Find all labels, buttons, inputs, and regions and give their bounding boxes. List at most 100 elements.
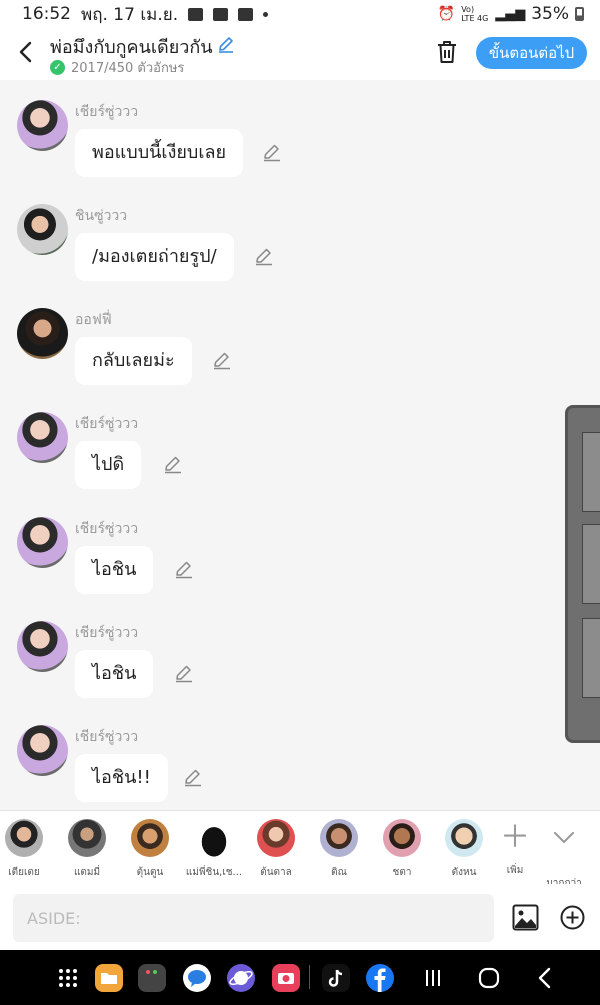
- character-name: แม่พี่ชิน,เช...: [185, 867, 243, 878]
- aside-input[interactable]: [13, 894, 494, 942]
- message-row: เชียร์ซู่ววว ไอชิน: [0, 601, 600, 701]
- message-row: ชินซู่ววว /มองเตยถ่ายรูป/: [0, 184, 600, 284]
- status-bar: 16:52 พฤ. 17 เม.ย. ⏰ Vo) LTE 4G ▂▄▆ 35%: [0, 0, 600, 28]
- character-name: แตมมี่: [73, 867, 101, 878]
- char-count-row: ✓ 2017/450 ตัวอักษร: [50, 57, 184, 78]
- message-row: ออฟฟี่ กลับเลยม่ะ: [0, 288, 600, 388]
- chevron-left-icon: [19, 41, 32, 63]
- sender-name: เชียร์ซู่ววว: [75, 625, 139, 641]
- character-avatar: [131, 819, 169, 857]
- edit-message-icon[interactable]: [262, 142, 282, 162]
- avatar[interactable]: [17, 517, 68, 568]
- camera-app-icon[interactable]: [271, 963, 301, 993]
- message-bubble[interactable]: /มองเตยถ่ายรูป/: [75, 233, 234, 281]
- avatar[interactable]: [17, 100, 68, 151]
- recents-icon[interactable]: [418, 963, 448, 993]
- character-avatar: [5, 819, 43, 857]
- more-notifications-icon: [263, 11, 269, 17]
- input-bar: [0, 884, 600, 950]
- home-icon[interactable]: [474, 963, 504, 993]
- character-name: เตียเตย: [8, 867, 40, 878]
- system-nav-bar: [0, 950, 600, 1005]
- add-circle-icon[interactable]: [560, 905, 585, 930]
- edit-message-icon[interactable]: [174, 663, 194, 683]
- message-row: เชียร์ซู่ววว ไอชิน: [0, 497, 600, 597]
- tiktok-app-icon[interactable]: [321, 963, 351, 993]
- character-bar: เตียเตย แตมมี่ ตุ้นตูน แม่พี่ชิน,เช... ต…: [0, 810, 600, 889]
- message-bubble[interactable]: พอแบบนี้เงียบเลย: [75, 129, 244, 177]
- character-name: ชตา: [392, 867, 412, 878]
- sender-name: เชียร์ซู่ววว: [75, 416, 139, 432]
- signal-icon: ▂▄▆: [495, 6, 526, 22]
- side-panel-thumb: [582, 524, 600, 604]
- avatar[interactable]: [17, 621, 68, 672]
- character-item[interactable]: ต้นตาล: [246, 819, 306, 880]
- back-button[interactable]: [14, 38, 38, 66]
- battery-icon: [575, 7, 584, 21]
- chat-area[interactable]: เชียร์ซู่ววว พอแบบนี้เงียบเลย ชินซู่ววว …: [0, 80, 600, 810]
- back-nav-icon[interactable]: [530, 963, 560, 993]
- sender-name: ชินซู่ววว: [75, 208, 128, 224]
- message-row: เชียร์ซู่ววว ไอชิน!!: [0, 705, 600, 805]
- app-drawer-icon[interactable]: [53, 963, 83, 993]
- edit-message-icon[interactable]: [163, 454, 183, 474]
- avatar[interactable]: [17, 412, 68, 463]
- sender-name: เชียร์ซู่ววว: [75, 521, 139, 537]
- status-date: พฤ. 17 เม.ย.: [81, 4, 179, 25]
- character-avatar: [445, 819, 483, 857]
- more-characters-button[interactable]: มากกว่า: [534, 819, 594, 891]
- trash-icon: [438, 41, 456, 63]
- character-item[interactable]: ตุ้นตูน: [120, 819, 180, 880]
- gallery-notification-icon: [188, 7, 204, 21]
- edit-message-icon[interactable]: [254, 246, 274, 266]
- character-item[interactable]: แตมมี่: [57, 819, 117, 880]
- sender-name: เชียร์ซู่ววว: [75, 104, 139, 120]
- edit-message-icon[interactable]: [174, 559, 194, 579]
- network-indicator: Vo) LTE 4G: [461, 5, 489, 23]
- gallery-app-icon[interactable]: [137, 963, 167, 993]
- character-item[interactable]: เตียเตย: [0, 819, 54, 880]
- avatar[interactable]: [17, 725, 68, 776]
- nav-divider: [309, 965, 310, 989]
- story-title-text: พ่อมึงกับกูคนเดียวกัน: [50, 37, 213, 58]
- chevron-down-icon: [534, 819, 594, 870]
- delete-button[interactable]: [436, 40, 458, 64]
- next-step-button[interactable]: ขั้นตอนต่อไป: [476, 37, 587, 69]
- character-item[interactable]: แม่พี่ชิน,เช...: [184, 819, 244, 880]
- character-name: ตุ้นตูน: [136, 867, 164, 878]
- character-avatar: [195, 819, 233, 857]
- message-bubble[interactable]: กลับเลยม่ะ: [75, 337, 192, 385]
- message-bubble[interactable]: ไอชิน!!: [75, 754, 168, 802]
- video-notification-icon: [213, 7, 229, 21]
- edit-title-icon[interactable]: [217, 35, 235, 57]
- side-panel-thumb: [582, 432, 600, 512]
- avatar[interactable]: [17, 204, 68, 255]
- sender-name: ออฟฟี่: [75, 312, 112, 328]
- facebook-app-icon[interactable]: [365, 963, 395, 993]
- character-avatar: [383, 819, 421, 857]
- character-avatar: [257, 819, 295, 857]
- messages-app-icon[interactable]: [182, 963, 212, 993]
- character-avatar: [320, 819, 358, 857]
- side-panel-thumb: [582, 618, 600, 698]
- status-time: 16:52: [22, 4, 71, 24]
- side-panel-handle[interactable]: [565, 405, 600, 743]
- chat-header: พ่อมึงกับกูคนเดียวกัน ✓ 2017/450 ตัวอักษ…: [0, 28, 600, 80]
- insert-image-icon[interactable]: [512, 904, 539, 931]
- internet-app-icon[interactable]: [226, 963, 256, 993]
- edit-message-icon[interactable]: [183, 767, 203, 787]
- character-name: ต้นตาล: [260, 867, 292, 878]
- files-app-icon[interactable]: [94, 963, 124, 993]
- message-bubble[interactable]: ไอชิน: [75, 546, 154, 594]
- message-row: เชียร์ซู่ววว ไปดิ: [0, 392, 600, 492]
- edit-message-icon[interactable]: [212, 350, 232, 370]
- character-name: ติณ: [331, 867, 347, 878]
- character-item[interactable]: ชตา: [372, 819, 432, 880]
- sender-name: เชียร์ซู่ววว: [75, 729, 139, 745]
- checkbox-notification-icon: [238, 7, 254, 21]
- message-row: เชียร์ซู่ววว พอแบบนี้เงียบเลย: [0, 80, 600, 180]
- message-bubble[interactable]: ไอชิน: [75, 650, 154, 698]
- character-item[interactable]: ติณ: [309, 819, 369, 880]
- message-bubble[interactable]: ไปดิ: [75, 441, 142, 489]
- avatar[interactable]: [17, 308, 68, 359]
